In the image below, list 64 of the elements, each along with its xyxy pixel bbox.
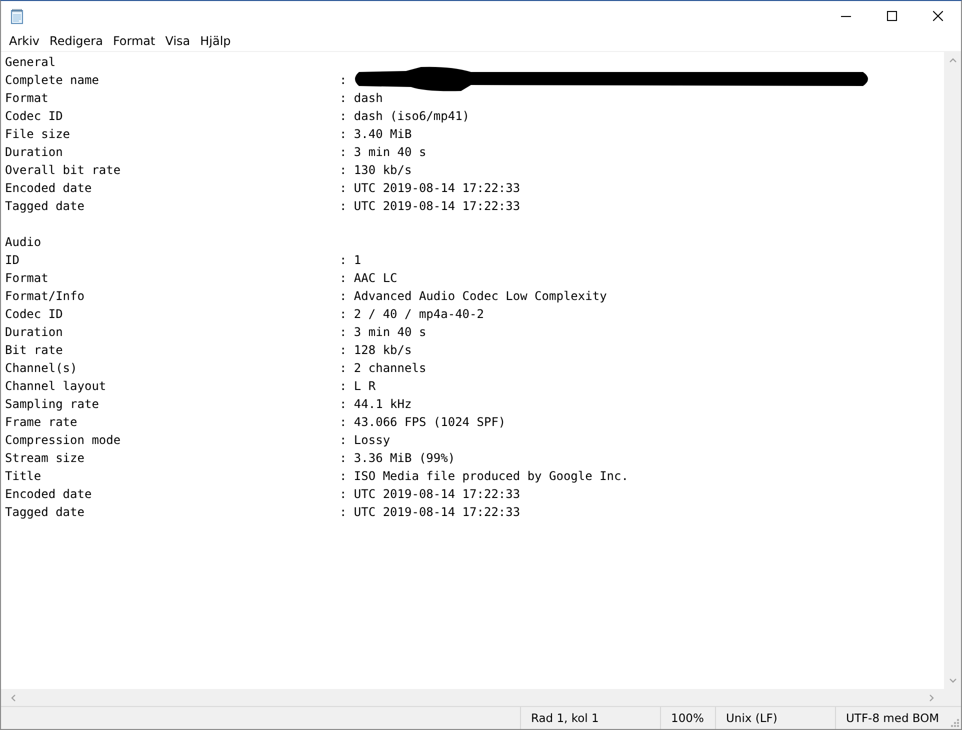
field-label: Tagged date (5, 199, 84, 213)
field-label: Duration (5, 325, 63, 339)
field-value: : 130 kb/s (339, 162, 412, 179)
field-label: Format (5, 91, 48, 105)
field-value: : 1 (339, 252, 362, 269)
menu-item[interactable]: Arkiv (4, 34, 45, 48)
field-value: : dash (iso6/mp41) (339, 108, 470, 125)
encoding: UTF-8 med BOM (846, 711, 940, 725)
line-ending: Unix (LF) (726, 711, 778, 725)
notepad-icon (9, 8, 25, 24)
menu-item[interactable]: Format (108, 34, 160, 48)
field-label: Stream size (5, 451, 84, 465)
field-label: Format/Info (5, 289, 84, 303)
field-value: : dash (339, 90, 383, 107)
section-heading: General (5, 55, 56, 69)
field-label: Encoded date (5, 181, 92, 195)
field-label: Duration (5, 145, 63, 159)
menu-item[interactable]: Redigera (44, 34, 108, 48)
field-label: Encoded date (5, 487, 92, 501)
section-heading: Audio (5, 235, 42, 249)
menu-item[interactable]: Visa (160, 34, 196, 48)
field-label: Bit rate (5, 343, 63, 357)
field-value: : 128 kb/s (339, 342, 412, 359)
field-value: : ISO Media file produced by Google Inc. (339, 468, 628, 485)
field-label: Channel(s) (5, 361, 78, 375)
field-value: : (339, 72, 347, 89)
field-label: Frame rate (5, 415, 78, 429)
field-value: : L R (339, 378, 376, 395)
field-label: Overall bit rate (5, 163, 121, 177)
field-value: : 3 min 40 s (339, 324, 426, 341)
scroll-down-icon[interactable] (948, 677, 956, 685)
menu-item[interactable]: Hjälp (195, 34, 236, 48)
field-value: : 44.1 kHz (339, 396, 412, 413)
field-label: ID (5, 253, 20, 267)
field-value: : UTC 2019-08-14 17:22:33 (339, 486, 520, 503)
field-label: Format (5, 271, 48, 285)
maximize-icon (887, 10, 897, 20)
field-value: : UTC 2019-08-14 17:22:33 (339, 180, 520, 197)
field-label: Channel layout (5, 379, 106, 393)
close-icon (933, 10, 943, 20)
scroll-right-icon[interactable] (928, 694, 936, 702)
field-label: Complete name (5, 73, 99, 87)
scroll-left-icon[interactable] (9, 694, 17, 702)
field-label: Sampling rate (5, 397, 99, 411)
field-value: : AAC LC (339, 270, 398, 287)
field-label: Codec ID (5, 307, 63, 321)
field-value: : Advanced Audio Codec Low Complexity (339, 288, 607, 305)
cursor-position: Rad 1, kol 1 (531, 711, 599, 725)
field-value: : 3.40 MiB (339, 126, 412, 143)
field-label: Codec ID (5, 109, 63, 123)
field-value: : 2 channels (339, 360, 426, 377)
field-value: : 3 min 40 s (339, 144, 426, 161)
field-label: Title (5, 469, 42, 483)
field-label: Tagged date (5, 505, 84, 519)
field-label: File size (5, 127, 70, 141)
field-value: : UTC 2019-08-14 17:22:33 (339, 198, 520, 215)
field-label: Compression mode (5, 433, 121, 447)
scroll-up-icon[interactable] (948, 56, 956, 64)
zoom-level: 100% (671, 711, 704, 725)
field-value: : Lossy (339, 432, 390, 449)
field-value: : 43.066 FPS (1024 SPF) (339, 414, 506, 431)
field-value: : 2 / 40 / mp4a-40-2 (339, 306, 484, 323)
field-value: : 3.36 MiB (99%) (339, 450, 456, 467)
field-value: : UTC 2019-08-14 17:22:33 (339, 504, 520, 521)
